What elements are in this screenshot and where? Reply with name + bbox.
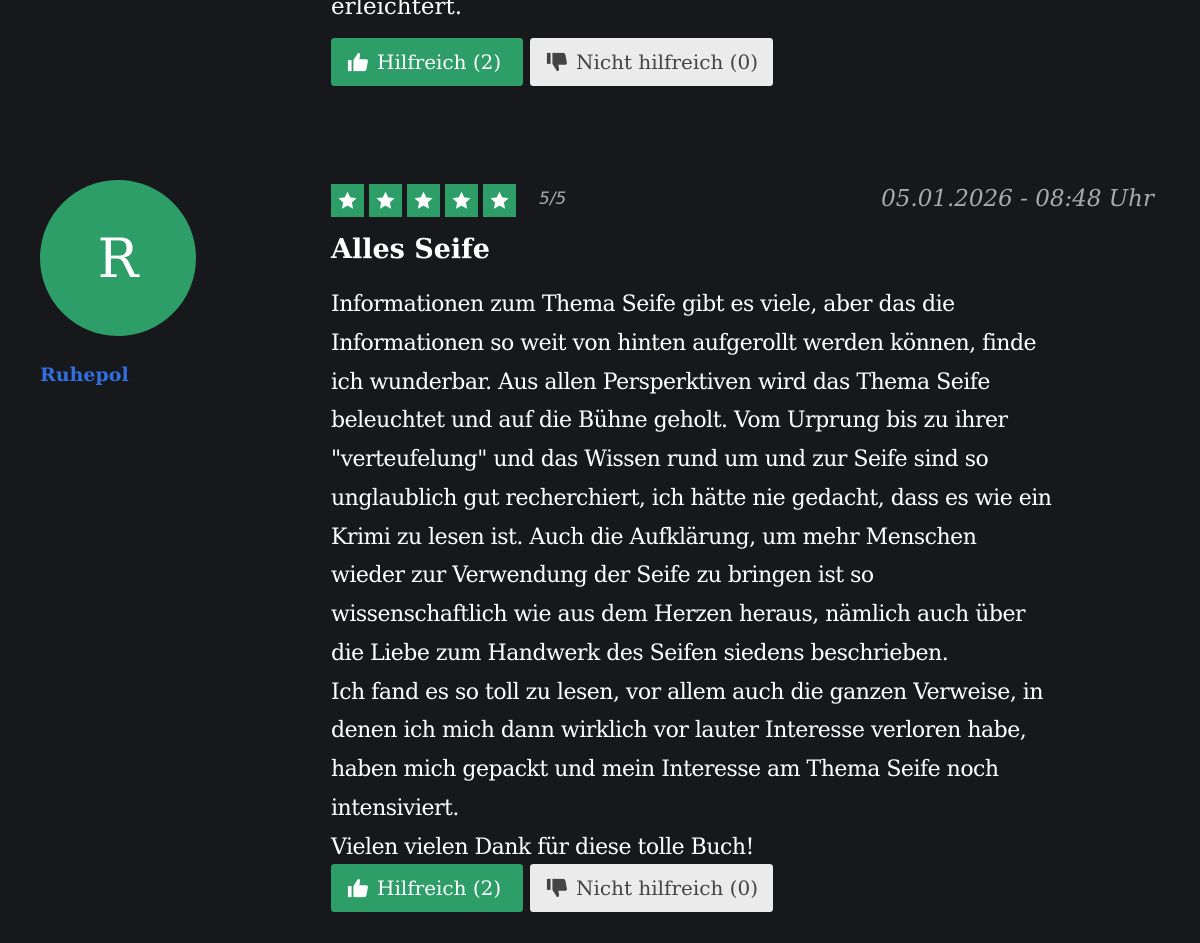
review-body-line: beleuchtet und auf die Bühne geholt. Vom…	[331, 408, 1008, 434]
not-helpful-button[interactable]: Nicht hilfreich (0)	[530, 38, 773, 86]
review-body-line: wissenschaftlich wie aus dem Herzen hera…	[331, 602, 1026, 627]
review-body-line: haben mich gepackt und mein Interesse am…	[331, 757, 999, 782]
review-body-line: Vielen vielen Dank für diese tolle Buch!	[331, 834, 754, 860]
helpful-label: Hilfreich (2)	[377, 50, 502, 74]
review-body-line: intensiviert.	[331, 795, 459, 821]
thumbs-up-icon	[347, 52, 368, 72]
star-icon	[483, 184, 516, 217]
previous-review-vote-buttons: Hilfreich (2) Nicht hilfreich (0)	[331, 38, 773, 86]
rating-text: 5/5	[539, 189, 567, 209]
star-icon	[369, 184, 402, 217]
not-helpful-label: Nicht hilfreich (0)	[576, 50, 759, 74]
avatar-initial: R	[97, 226, 139, 290]
thumbs-down-icon	[546, 878, 567, 898]
star-icon	[331, 184, 364, 217]
review-timestamp: 05.01.2026 - 08:48 Uhr	[881, 186, 1154, 212]
review-title: Alles Seife	[331, 234, 490, 265]
helpful-button[interactable]: Hilfreich (2)	[331, 864, 523, 912]
review-body-line: Informationen so weit von hinten aufgero…	[331, 330, 1037, 356]
review-vote-buttons: Hilfreich (2) Nicht hilfreich (0)	[331, 864, 773, 912]
star-icon	[445, 184, 478, 217]
star-rating	[331, 184, 516, 217]
avatar: R	[40, 180, 196, 336]
review-body-line: die Liebe zum Handwerk des Seifen sieden…	[331, 640, 949, 666]
review-body-line: unglaublich gut recherchiert, ich hätte …	[331, 485, 1052, 511]
review-body-line: Informationen zum Thema Seife gibt es vi…	[331, 292, 955, 317]
not-helpful-label: Nicht hilfreich (0)	[576, 876, 759, 900]
review-body-line: wieder zur Verwendung der Seife zu bring…	[331, 563, 874, 589]
review-page: erleichtert. Hilfreich (2) Nicht hilfrei…	[0, 0, 1200, 943]
helpful-label: Hilfreich (2)	[377, 876, 502, 900]
thumbs-down-icon	[546, 52, 567, 72]
previous-review-tail: erleichtert.	[331, 0, 463, 20]
review-body-line: "verteufelung" und das Wissen rund um un…	[331, 447, 989, 472]
previous-review-text: erleichtert.	[331, 0, 1171, 40]
helpful-button[interactable]: Hilfreich (2)	[331, 38, 523, 86]
review-body-line: ich wunderbar. Aus allen Persperktiven w…	[331, 369, 990, 395]
review-body-line: Ich fand es so toll zu lesen, vor allem …	[331, 679, 1044, 705]
review-body-line: denen ich mich dann wirklich vor lauter …	[331, 718, 1027, 744]
review-body: Informationen zum Thema Seife gibt es vi…	[331, 286, 1171, 867]
author-link[interactable]: Ruhepol	[40, 364, 129, 386]
thumbs-up-icon	[347, 878, 368, 898]
star-icon	[407, 184, 440, 217]
review-body-line: Krimi zu lesen ist. Auch die Aufklärung,…	[331, 524, 977, 550]
not-helpful-button[interactable]: Nicht hilfreich (0)	[530, 864, 773, 912]
